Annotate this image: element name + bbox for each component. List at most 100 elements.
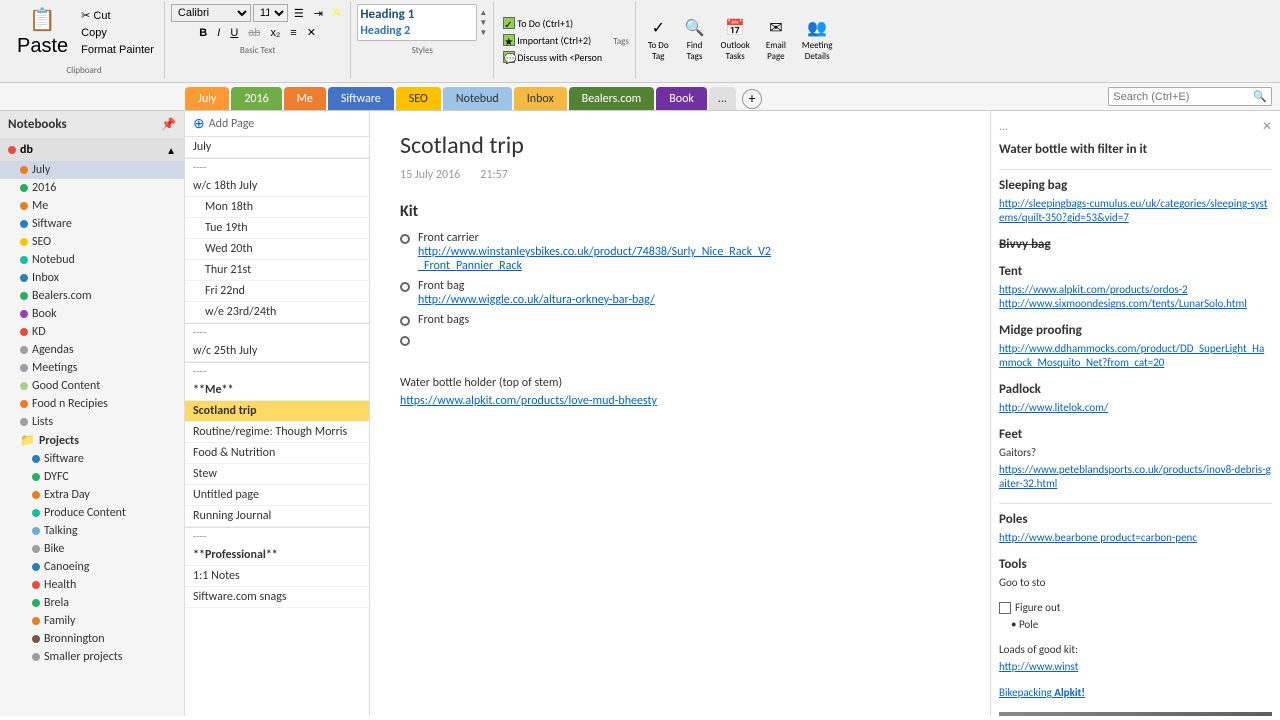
list-button[interactable]: ☰ [290, 5, 308, 22]
format-painter-button[interactable]: Format Painter [77, 42, 158, 58]
underline-button[interactable]: U [226, 25, 242, 41]
sidebar-item-smaller-projects[interactable]: Smaller projects [0, 648, 184, 666]
sidebar-item-bike[interactable]: Bike [0, 540, 184, 558]
tab-book[interactable]: Book [656, 87, 707, 110]
strikethrough-button[interactable]: ab [244, 25, 264, 41]
font-family-select[interactable]: Calibri [171, 4, 251, 22]
sidebar-item-brela[interactable]: Brela [0, 594, 184, 612]
sidebar-item-notebud[interactable]: Notebud [0, 251, 184, 269]
paste-button[interactable]: 📋 Paste [10, 4, 75, 61]
sidebar-item-projects[interactable]: 📁 Projects [0, 431, 184, 450]
sidebar-item-seo[interactable]: SEO [0, 233, 184, 251]
sidebar-item-produce-content[interactable]: Produce Content [0, 504, 184, 522]
page-item-professional[interactable]: **Professional** [185, 545, 369, 566]
bikepacking-link[interactable]: Bikepacking Alpkit! [999, 686, 1085, 699]
db-label[interactable]: db [20, 143, 33, 157]
tab-2016[interactable]: 2016 [231, 87, 281, 110]
discuss-tag[interactable]: 💬 Discuss with <Person [500, 50, 605, 65]
indent-button[interactable]: ⇥ [310, 5, 327, 22]
page-item-july[interactable]: July [185, 137, 369, 158]
page-item-running-journal[interactable]: Running Journal [185, 506, 369, 527]
tab-bealers[interactable]: Bealers.com [569, 87, 655, 110]
email-button[interactable]: ✉ Email Page [760, 16, 792, 64]
todo-tag-button[interactable]: ✓ To Do Tag [642, 16, 675, 64]
sidebar-item-dyfc[interactable]: DYFC [0, 468, 184, 486]
sidebar-item-projects-siftware[interactable]: Siftware [0, 450, 184, 468]
heading1-style[interactable]: Heading 1 [360, 7, 474, 22]
page-item-thur[interactable]: Thur 21st [185, 260, 369, 281]
outlook-button[interactable]: 📅 Outlook Tasks [715, 16, 756, 64]
subscript-button[interactable]: x₂ [267, 25, 285, 41]
page-item-stew[interactable]: Stew [185, 464, 369, 485]
sidebar-item-book[interactable]: Book [0, 305, 184, 323]
page-item-siftware-snags[interactable]: Siftware.com snags [185, 587, 369, 608]
sidebar-item-me[interactable]: Me [0, 197, 184, 215]
sleeping-bag-link[interactable]: http://sleepingbags-cumulus.eu/uk/catego… [999, 197, 1267, 224]
style-scroll-up[interactable]: ▲ [479, 8, 487, 18]
page-item-week2[interactable]: w/c 25th July [185, 341, 369, 362]
sidebar-collapse-icon[interactable]: 📌 [161, 117, 176, 132]
sidebar-item-inbox[interactable]: Inbox [0, 269, 184, 287]
page-item-fri[interactable]: Fri 22nd [185, 281, 369, 302]
bold-button[interactable]: B [195, 25, 211, 41]
tab-seo[interactable]: SEO [396, 87, 441, 110]
tab-inbox[interactable]: Inbox [514, 87, 567, 110]
sidebar-item-bealers[interactable]: Bealers.com [0, 287, 184, 305]
tab-notebud[interactable]: Notebud [443, 87, 512, 110]
feet-link[interactable]: https://www.peteblandsports.co.uk/produc… [999, 463, 1271, 490]
sidebar-item-canoeing[interactable]: Canoeing [0, 558, 184, 576]
heading2-style[interactable]: Heading 2 [360, 24, 474, 38]
figure-out-checkbox[interactable] [999, 602, 1011, 614]
sidebar-item-extra-day[interactable]: Extra Day [0, 486, 184, 504]
loads-link[interactable]: http://www.winst [999, 660, 1078, 673]
sidebar-item-meetings[interactable]: Meetings [0, 359, 184, 377]
sidebar-item-good-content[interactable]: Good Content [0, 377, 184, 395]
italic-button[interactable]: I [213, 25, 224, 41]
sidebar-item-kd[interactable]: KD [0, 323, 184, 341]
front-carrier-link[interactable]: http://www.winstanleysbikes.co.uk/produc… [418, 245, 771, 273]
clear-format-button[interactable]: ✕ [303, 24, 320, 41]
tent-link1[interactable]: https://www.alpkit.com/products/ordos-2 [999, 283, 1188, 296]
sidebar-item-2016[interactable]: 2016 [0, 179, 184, 197]
page-item-me-section[interactable]: **Me** [185, 380, 369, 401]
page-item-1on1-notes[interactable]: 1:1 Notes [185, 566, 369, 587]
sidebar-item-food[interactable]: Food n Recipies [0, 395, 184, 413]
align-button[interactable]: ≡ [286, 25, 300, 41]
page-item-scotland[interactable]: Scotland trip [185, 401, 369, 422]
water-bottle-link[interactable]: https://www.alpkit.com/products/love-mud… [400, 394, 657, 408]
cut-button[interactable]: ✂ Cut [77, 7, 158, 24]
copy-button[interactable]: Copy [77, 25, 158, 41]
front-bag-link[interactable]: http://www.wiggle.co.uk/altura-orkney-ba… [418, 293, 655, 307]
tent-link2[interactable]: http://www.sixmoondesigns.com/tents/Luna… [999, 297, 1247, 310]
style-scroll-down[interactable]: ▼ [479, 18, 487, 28]
sidebar-item-bronnington[interactable]: Bronnington [0, 630, 184, 648]
search-icon[interactable]: 🔍 [1253, 90, 1267, 103]
todo-tag[interactable]: ✓ To Do (Ctrl+1) [500, 16, 605, 31]
padlock-link[interactable]: http://www.litelok.com/ [999, 401, 1108, 414]
db-collapse-arrow[interactable]: ▲ [166, 144, 176, 157]
page-item-routine[interactable]: Routine/regime: Though Morris [185, 422, 369, 443]
page-item-mon[interactable]: Mon 18th [185, 197, 369, 218]
sidebar-item-agendas[interactable]: Agendas [0, 341, 184, 359]
page-item-wed[interactable]: Wed 20th [185, 239, 369, 260]
sidebar-item-lists[interactable]: Lists [0, 413, 184, 431]
poles-link[interactable]: http://www.bearbone product=carbon-penc [999, 531, 1197, 544]
page-item-food-nutrition[interactable]: Food & Nutrition [185, 443, 369, 464]
page-item-we[interactable]: w/e 23rd/24th [185, 302, 369, 323]
right-panel-close-icon[interactable]: ✕ [1262, 119, 1272, 134]
tab-me[interactable]: Me [284, 87, 326, 110]
meeting-button[interactable]: 👥 Meeting Details [796, 16, 839, 64]
sidebar-item-health[interactable]: Health [0, 576, 184, 594]
tab-siftware[interactable]: Siftware [328, 87, 394, 110]
style-scroll-more[interactable]: ▼ [479, 28, 487, 38]
find-tags-button[interactable]: 🔍 Find Tags [679, 16, 711, 64]
midge-link[interactable]: http://www.ddhammocks.com/product/DD_Sup… [999, 342, 1264, 369]
page-item-week1[interactable]: w/c 18th July [185, 176, 369, 197]
page-item-untitled[interactable]: Untitled page [185, 485, 369, 506]
font-size-select[interactable]: 11 [253, 4, 288, 22]
page-item-tue[interactable]: Tue 19th [185, 218, 369, 239]
sidebar-item-july[interactable]: July [0, 161, 184, 179]
tab-july[interactable]: July [185, 87, 229, 110]
highlight-button[interactable]: A [329, 5, 344, 21]
sidebar-item-family[interactable]: Family [0, 612, 184, 630]
